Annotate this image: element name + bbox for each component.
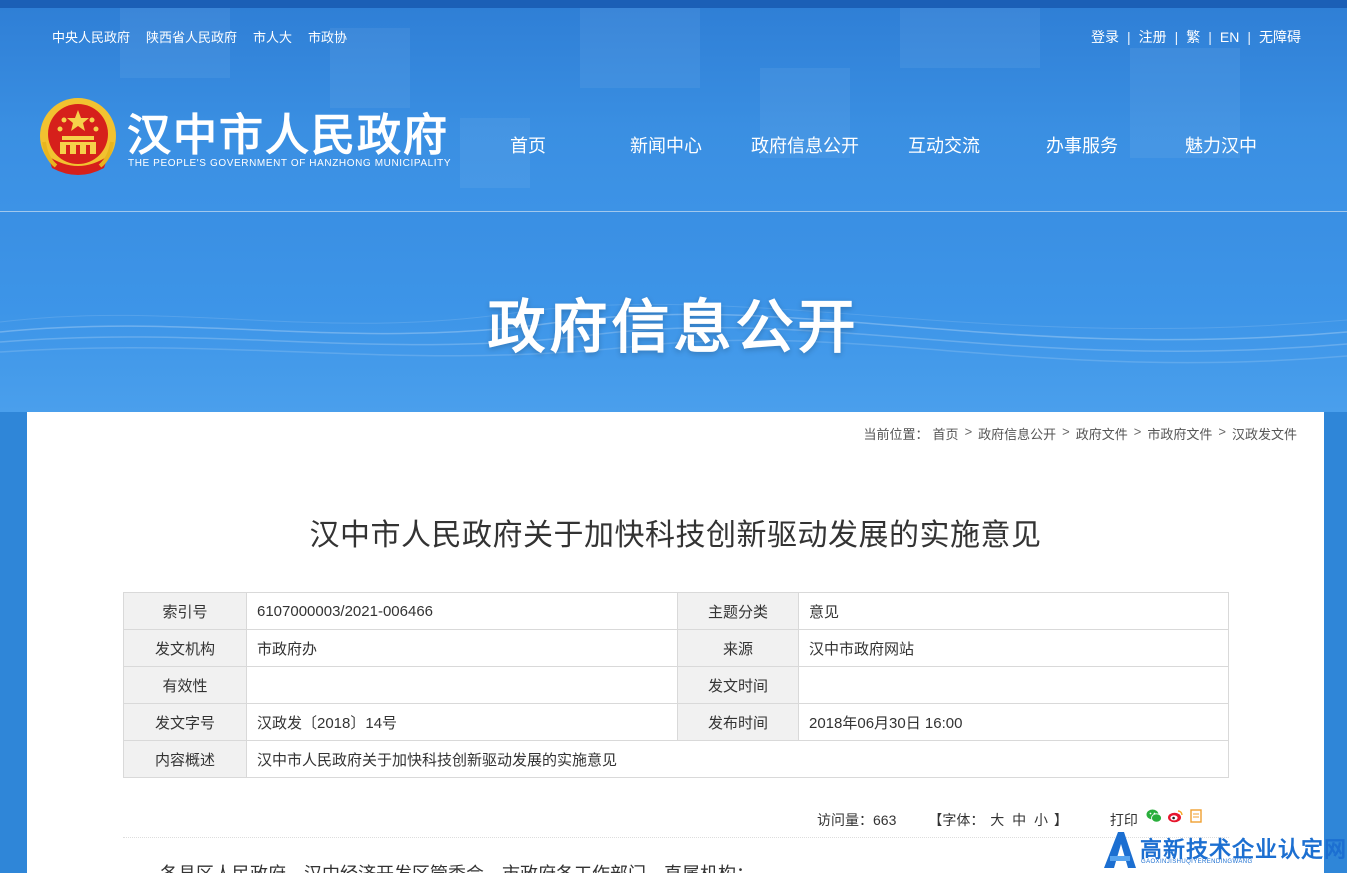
breadcrumb-city-gov-docs[interactable]: 市政府文件 bbox=[1147, 424, 1212, 443]
nav-charm-hanzhong[interactable]: 魅力汉中 bbox=[1185, 132, 1257, 158]
table-row: 索引号 6107000003/2021-006466 主题分类 意见 bbox=[123, 592, 1229, 630]
wechat-icon[interactable] bbox=[1146, 808, 1162, 824]
doc-no-label: 发文字号 bbox=[123, 703, 247, 741]
font-size-controls: 【字体： 大 中 小 】 bbox=[928, 810, 1068, 830]
breadcrumb-gov-docs[interactable]: 政府文件 bbox=[1076, 424, 1128, 443]
copy-icon[interactable] bbox=[1188, 808, 1204, 824]
breadcrumb-separator: > bbox=[1062, 424, 1070, 439]
publish-time-label: 发布时间 bbox=[677, 703, 799, 741]
content-panel: 当前位置： 首页 > 政府信息公开 > 政府文件 > 市政府文件 > 汉政发文件… bbox=[27, 412, 1324, 873]
validity-value bbox=[246, 666, 678, 704]
nav-services[interactable]: 办事服务 bbox=[1046, 132, 1118, 158]
print-button[interactable]: 打印 bbox=[1110, 810, 1138, 830]
table-row: 发文字号 汉政发〔2018〕14号 发布时间 2018年06月30日 16:00 bbox=[123, 703, 1229, 741]
nav-gov-info[interactable]: 政府信息公开 bbox=[751, 132, 859, 158]
document-metadata-table: 索引号 6107000003/2021-006466 主题分类 意见 发文机构 … bbox=[123, 592, 1229, 778]
article-tools: 访问量：663 【字体： 大 中 小 】 打印 bbox=[817, 809, 1204, 830]
document-title: 汉中市人民政府关于加快科技创新驱动发展的实施意见 bbox=[309, 519, 1042, 552]
login-link[interactable]: 登录 bbox=[1091, 27, 1119, 47]
nav-news-center[interactable]: 新闻中心 bbox=[630, 132, 702, 158]
banner-title: 政府信息公开 bbox=[487, 295, 860, 360]
issuer-label: 发文机构 bbox=[123, 629, 247, 667]
top-strip bbox=[0, 0, 1347, 8]
breadcrumb-separator: > bbox=[964, 424, 973, 439]
register-link[interactable]: 注册 bbox=[1139, 27, 1167, 47]
index-no-value: 6107000003/2021-006466 bbox=[246, 592, 678, 630]
top-link-central-gov[interactable]: 中央人民政府 bbox=[52, 27, 130, 46]
watermark: 高新技术企业认定网 GAOXINJISHUQIYERENDINGWANG bbox=[1100, 828, 1347, 873]
nav-home[interactable]: 首页 bbox=[510, 132, 546, 158]
font-small-button[interactable]: 小 bbox=[1034, 812, 1048, 828]
breadcrumb-home[interactable]: 首页 bbox=[933, 424, 959, 443]
nav-interaction[interactable]: 互动交流 bbox=[908, 132, 980, 158]
font-medium-button[interactable]: 中 bbox=[1012, 812, 1026, 828]
user-links: 登录 | 注册 | 繁 | EN | 无障碍 bbox=[1091, 27, 1301, 47]
english-link[interactable]: EN bbox=[1220, 29, 1239, 45]
issue-time-label: 发文时间 bbox=[677, 666, 799, 704]
divider bbox=[123, 837, 1229, 838]
index-no-label: 索引号 bbox=[123, 592, 247, 630]
top-link-shaanxi-gov[interactable]: 陕西省人民政府 bbox=[146, 27, 237, 46]
weibo-icon[interactable] bbox=[1167, 808, 1183, 824]
issue-time-value bbox=[798, 666, 1229, 704]
separator: | bbox=[1126, 29, 1131, 45]
validity-label: 有效性 bbox=[123, 666, 247, 704]
site-subtitle: THE PEOPLE'S GOVERNMENT OF HANZHONG MUNI… bbox=[128, 158, 452, 169]
top-link-npc[interactable]: 市人大 bbox=[253, 27, 292, 46]
source-label: 来源 bbox=[677, 629, 799, 667]
separator: | bbox=[1247, 29, 1251, 45]
separator: | bbox=[1208, 29, 1212, 45]
doc-no-value: 汉政发〔2018〕14号 bbox=[246, 703, 678, 741]
source-value: 汉中市政府网站 bbox=[798, 629, 1229, 667]
watermark-subtext: GAOXINJISHUQIYERENDINGWANG bbox=[1141, 859, 1253, 865]
font-suffix: 】 bbox=[1053, 812, 1068, 828]
share-icons bbox=[1146, 809, 1204, 828]
breadcrumb-gov-info[interactable]: 政府信息公开 bbox=[978, 424, 1056, 443]
table-row: 发文机构 市政府办 来源 汉中市政府网站 bbox=[123, 629, 1229, 667]
publish-time-value: 2018年06月30日 16:00 bbox=[798, 703, 1229, 741]
font-large-button[interactable]: 大 bbox=[990, 812, 1004, 828]
breadcrumb-separator: > bbox=[1218, 424, 1226, 439]
summary-value: 汉中市人民政府关于加快科技创新驱动发展的实施意见 bbox=[246, 740, 1229, 778]
table-row: 有效性 发文时间 bbox=[123, 666, 1229, 704]
table-row: 内容概述 汉中市人民政府关于加快科技创新驱动发展的实施意见 bbox=[123, 740, 1229, 778]
main-nav: 首页 新闻中心 政府信息公开 互动交流 办事服务 魅力汉中 bbox=[0, 132, 1347, 156]
issuer-value: 市政府办 bbox=[246, 629, 678, 667]
traditional-chinese-link[interactable]: 繁 bbox=[1186, 27, 1200, 47]
separator: | bbox=[1174, 29, 1179, 45]
font-prefix: 【字体： bbox=[928, 812, 985, 828]
accessibility-link[interactable]: 无障碍 bbox=[1259, 27, 1301, 47]
top-links: 中央人民政府 陕西省人民政府 市人大 市政协 bbox=[52, 27, 347, 46]
breadcrumb-hanzhengfa-docs[interactable]: 汉政发文件 bbox=[1232, 424, 1297, 443]
breadcrumb: 当前位置： 首页 > 政府信息公开 > 政府文件 > 市政府文件 > 汉政发文件 bbox=[864, 424, 1297, 443]
category-label: 主题分类 bbox=[677, 592, 799, 630]
watermark-logo-icon bbox=[1104, 832, 1136, 868]
breadcrumb-separator: > bbox=[1133, 424, 1142, 439]
top-link-cppcc[interactable]: 市政协 bbox=[308, 27, 347, 46]
article-body-first-line: 各县区人民政府，汉中经济开发区管委会，市政府各工作部门、直属机构： bbox=[160, 860, 754, 873]
visit-count: 访问量：663 bbox=[817, 812, 897, 828]
breadcrumb-prefix: 当前位置： bbox=[863, 427, 929, 442]
category-value: 意见 bbox=[798, 592, 1229, 630]
summary-label: 内容概述 bbox=[123, 740, 247, 778]
